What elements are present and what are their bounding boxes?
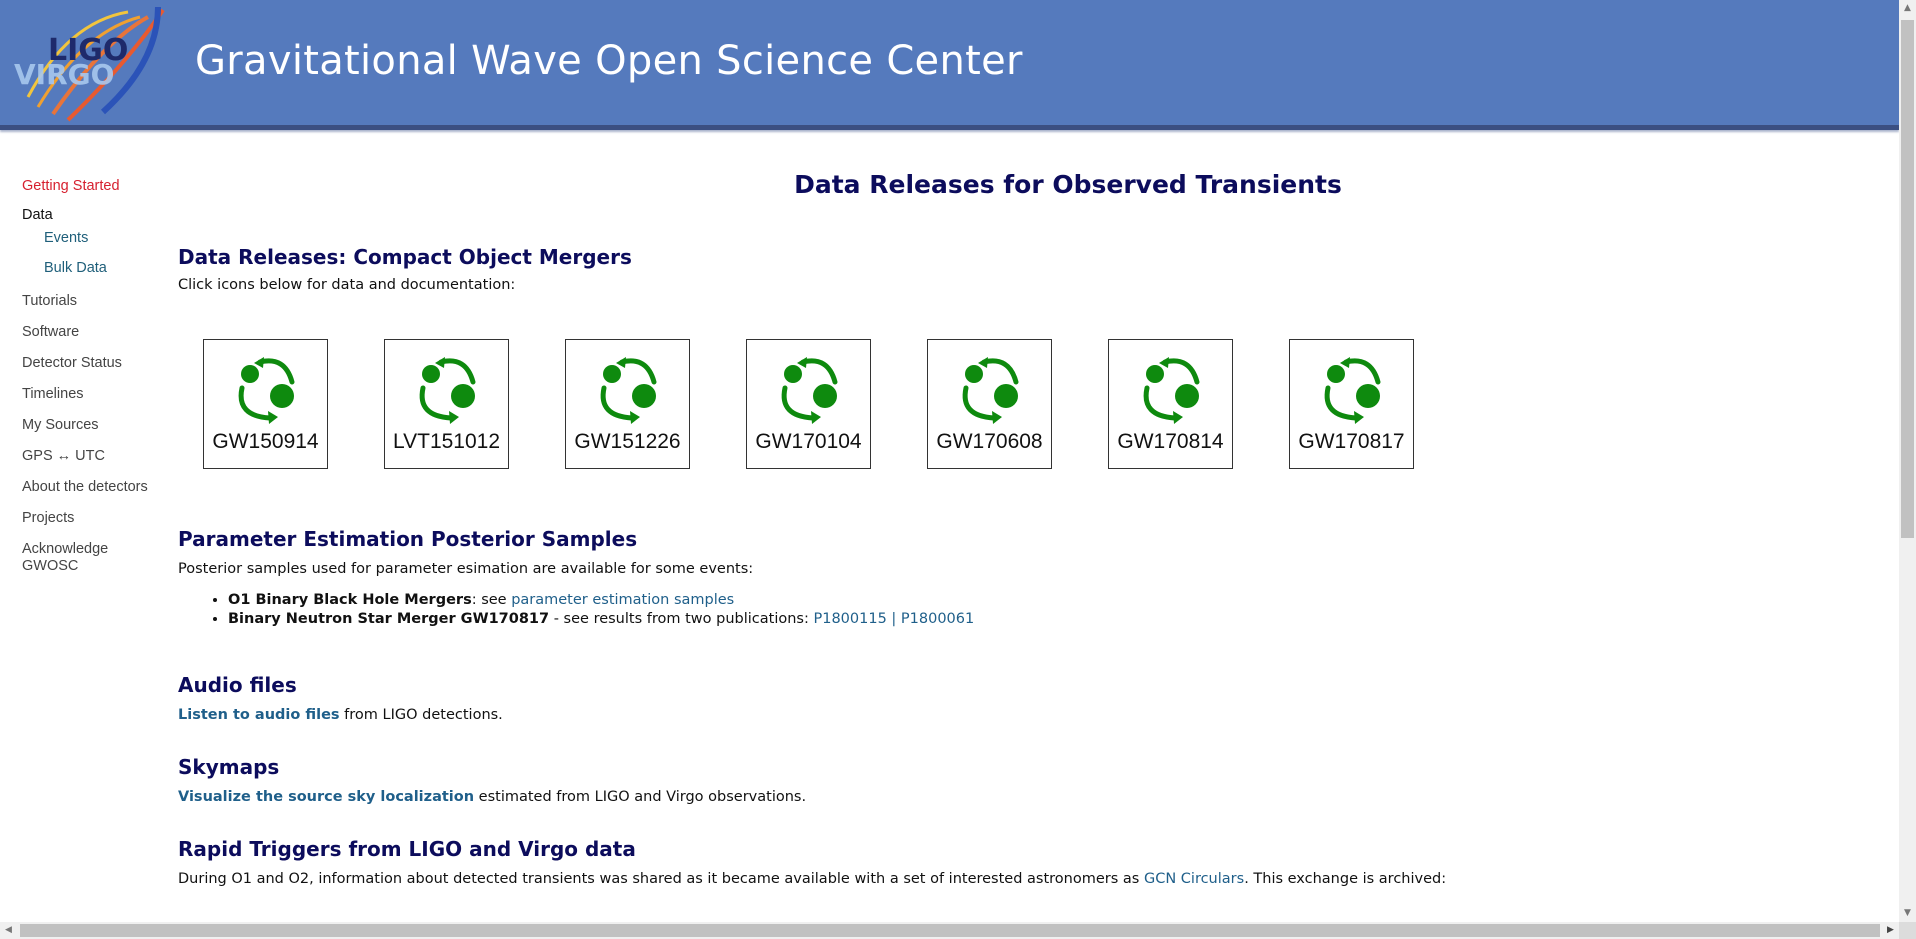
o1-bbh-label: O1 Binary Black Hole Mergers [228, 592, 472, 608]
binary-merger-icon [600, 357, 656, 424]
event-icon-gw170817[interactable]: GW170817 [1289, 339, 1414, 469]
audio-heading: Audio files [178, 673, 297, 697]
listen-audio-link[interactable]: Listen to audio files [178, 707, 340, 723]
sidebar-item-projects[interactable]: Projects [22, 510, 172, 527]
binary-merger-icon [781, 357, 837, 424]
posterior-list: O1 Binary Black Hole Mergers: see parame… [178, 591, 1828, 629]
event-icon-gw170608[interactable]: GW170608 [927, 339, 1052, 469]
sidebar-item-bulk-data[interactable]: Bulk Data [22, 260, 172, 277]
sidebar-item-gps-utc[interactable]: GPS ↔ UTC [22, 448, 172, 465]
horizontal-scrollbar[interactable]: ◀ ▶ [0, 922, 1899, 939]
rapid-text-before: During O1 and O2, information about dete… [178, 871, 1144, 887]
sidebar-item-getting-started[interactable]: Getting Started [22, 178, 172, 195]
sidebar-item-my-sources[interactable]: My Sources [22, 417, 172, 434]
vertical-scrollbar-thumb[interactable] [1901, 20, 1914, 538]
rapid-text-after: . This exchange is archived: [1244, 871, 1447, 887]
pe-samples-link[interactable]: parameter estimation samples [511, 592, 734, 608]
event-label: GW151226 [574, 430, 681, 453]
vertical-scrollbar[interactable]: ▲ ▼ [1899, 0, 1916, 922]
binary-merger-icon [962, 357, 1018, 424]
sidebar-item-detector-status[interactable]: Detector Status [22, 355, 172, 372]
site-title[interactable]: Gravitational Wave Open Science Center [195, 38, 1023, 84]
event-label: GW170814 [1117, 430, 1224, 453]
event-label: GW170104 [755, 430, 862, 453]
page-title: Data Releases for Observed Transients [794, 170, 1342, 199]
list-item: Binary Neutron Star Merger GW170817 - se… [228, 610, 1828, 629]
list-item-text: : see [471, 592, 512, 608]
list-item-text: - see results from two publications: [549, 611, 814, 627]
audio-text: from LIGO detections. [339, 707, 503, 723]
event-icon-lvt151012[interactable]: LVT151012 [384, 339, 509, 469]
main-content: Data Releases for Observed Transients Da… [178, 165, 1828, 889]
event-icons-row: GW150914 LVT151012 GW151226 GW170104 GW17060… [203, 339, 1828, 469]
scrollbar-corner [1899, 922, 1916, 939]
binary-merger-icon [238, 357, 294, 424]
site-header: LIGO VIRGO Gravitational Wave Open Scien… [0, 0, 1899, 130]
mergers-intro: Click icons below for data and documenta… [178, 277, 516, 293]
audio-paragraph: Listen to audio files from LIGO detectio… [178, 705, 1828, 725]
sidebar-item-acknowledge-gwosc[interactable]: Acknowledge GWOSC [22, 541, 122, 575]
binary-merger-icon [1143, 357, 1199, 424]
posterior-intro: Posterior samples used for parameter esi… [178, 561, 754, 577]
sidebar-item-data[interactable]: Data [22, 207, 172, 224]
svg-text:VIRGO: VIRGO [14, 58, 114, 91]
sidebar-item-timelines[interactable]: Timelines [22, 386, 172, 403]
scroll-up-arrow-icon[interactable]: ▲ [1899, 0, 1916, 17]
p1800115-link[interactable]: P1800115 [813, 611, 886, 627]
event-label: GW150914 [212, 430, 319, 453]
event-label: GW170608 [936, 430, 1043, 453]
gcn-circulars-link[interactable]: GCN Circulars [1144, 871, 1244, 887]
skymaps-paragraph: Visualize the source sky localization es… [178, 787, 1828, 807]
binary-merger-icon [1324, 357, 1380, 424]
event-icon-gw170104[interactable]: GW170104 [746, 339, 871, 469]
bns-gw170817-label: Binary Neutron Star Merger GW170817 [228, 611, 550, 627]
skymaps-text: estimated from LIGO and Virgo observatio… [474, 789, 807, 805]
scroll-down-arrow-icon[interactable]: ▼ [1899, 905, 1916, 922]
list-item: O1 Binary Black Hole Mergers: see parame… [228, 591, 1828, 610]
sidebar-item-software[interactable]: Software [22, 324, 172, 341]
event-icon-gw150914[interactable]: GW150914 [203, 339, 328, 469]
rapid-triggers-paragraph: During O1 and O2, information about dete… [178, 869, 1828, 889]
scroll-right-arrow-icon[interactable]: ▶ [1882, 922, 1899, 939]
ligo-virgo-logo-icon: LIGO VIRGO [14, 6, 165, 122]
skymaps-heading: Skymaps [178, 755, 280, 779]
event-label: LVT151012 [392, 430, 501, 453]
sky-localization-link[interactable]: Visualize the source sky localization [178, 789, 474, 805]
link-separator: | [886, 611, 901, 627]
event-icon-gw170814[interactable]: GW170814 [1108, 339, 1233, 469]
page-viewport: LIGO VIRGO Gravitational Wave Open Scien… [0, 0, 1899, 922]
sidebar-nav: Getting Started Data Events Bulk Data Tu… [22, 178, 172, 587]
posterior-heading: Parameter Estimation Posterior Samples [178, 527, 638, 551]
sidebar-item-about-detectors[interactable]: About the detectors [22, 479, 172, 496]
scroll-left-arrow-icon[interactable]: ◀ [0, 922, 17, 939]
binary-merger-icon [419, 357, 475, 424]
mergers-heading: Data Releases: Compact Object Mergers [178, 245, 632, 269]
horizontal-scrollbar-thumb[interactable] [20, 924, 1880, 937]
event-icon-gw151226[interactable]: GW151226 [565, 339, 690, 469]
sidebar-item-tutorials[interactable]: Tutorials [22, 293, 172, 310]
sidebar-item-events[interactable]: Events [22, 230, 172, 247]
rapid-triggers-heading: Rapid Triggers from LIGO and Virgo data [178, 837, 636, 861]
p1800061-link[interactable]: P1800061 [901, 611, 974, 627]
event-label: GW170817 [1298, 430, 1405, 453]
ligo-virgo-logo[interactable]: LIGO VIRGO [8, 2, 168, 122]
